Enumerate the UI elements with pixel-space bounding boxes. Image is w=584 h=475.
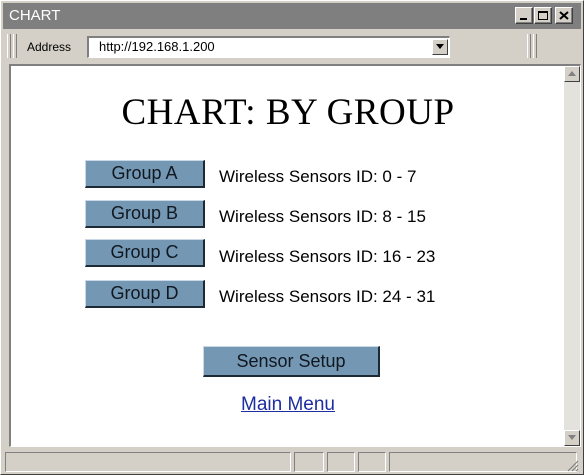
close-button[interactable]: [555, 7, 573, 24]
address-url: http://192.168.1.200: [99, 39, 215, 54]
group-c-button[interactable]: Group C: [85, 239, 205, 267]
page-viewport: CHART: BY GROUP Group A Wireless Sensors…: [9, 64, 581, 447]
status-panel-zone: [389, 452, 577, 472]
status-panel: [358, 452, 386, 472]
maximize-button[interactable]: [534, 7, 552, 24]
scroll-down-button[interactable]: [564, 430, 580, 446]
page-title: CHART: BY GROUP: [121, 92, 455, 133]
browser-window: CHART Address http://192.168.1.200 CHART…: [0, 0, 584, 475]
resize-grip-icon[interactable]: [567, 460, 579, 472]
maximize-icon: [538, 11, 548, 20]
sensor-setup-button[interactable]: Sensor Setup: [203, 346, 380, 377]
toolbar-grip[interactable]: [527, 34, 531, 58]
toolbar-grip[interactable]: [13, 34, 17, 58]
window-title: CHART: [9, 7, 61, 24]
group-a-description: Wireless Sensors ID: 0 - 7: [219, 167, 417, 186]
group-d-button[interactable]: Group D: [85, 280, 205, 308]
group-c-description: Wireless Sensors ID: 16 - 23: [219, 247, 436, 266]
address-input[interactable]: http://192.168.1.200: [87, 36, 450, 58]
group-d-description: Wireless Sensors ID: 24 - 31: [219, 287, 436, 306]
toolbar-grip[interactable]: [7, 34, 11, 58]
status-bar: [3, 449, 581, 474]
toolbar-grip[interactable]: [533, 34, 537, 58]
minimize-icon: [520, 18, 527, 20]
dropdown-arrow-icon: [436, 44, 444, 49]
close-icon: [559, 11, 569, 20]
group-b-description: Wireless Sensors ID: 8 - 15: [219, 207, 426, 226]
group-a-button[interactable]: Group A: [85, 160, 205, 188]
address-toolbar: Address http://192.168.1.200: [3, 30, 581, 62]
scroll-up-button[interactable]: [564, 66, 580, 82]
address-label: Address: [27, 40, 72, 54]
address-dropdown-button[interactable]: [432, 39, 448, 55]
status-panel: [294, 452, 324, 472]
group-b-button[interactable]: Group B: [85, 200, 205, 228]
status-panel: [327, 452, 355, 472]
title-bar[interactable]: CHART: [3, 3, 581, 29]
vertical-scrollbar[interactable]: [564, 66, 580, 446]
status-panel-main: [5, 452, 291, 472]
scroll-up-icon: [568, 71, 576, 76]
main-menu-link[interactable]: Main Menu: [11, 394, 565, 416]
minimize-button[interactable]: [515, 7, 533, 24]
scroll-down-icon: [568, 435, 576, 440]
